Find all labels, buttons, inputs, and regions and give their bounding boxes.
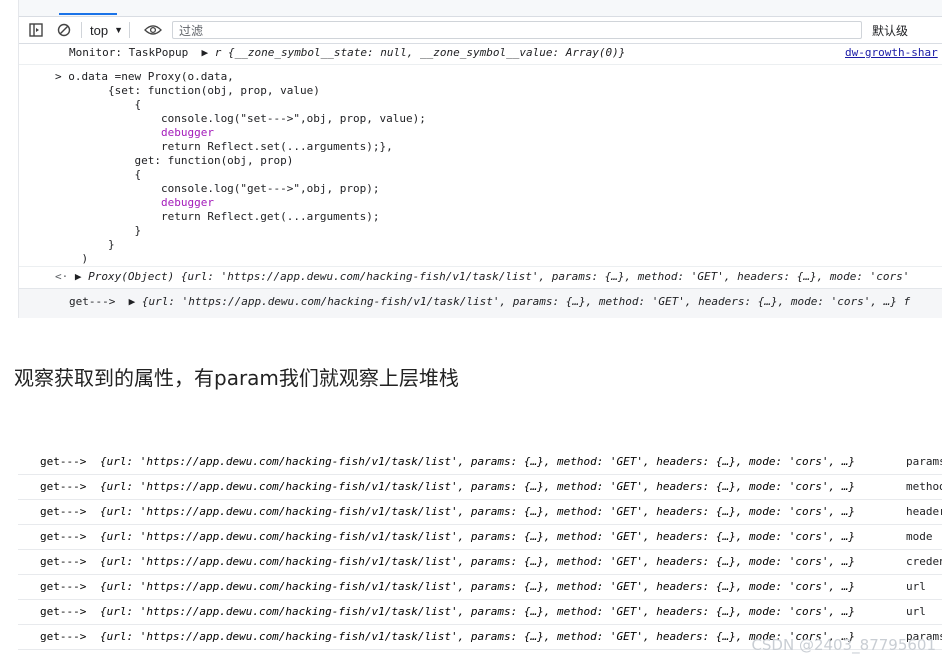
code-block: > o.data =new Proxy(o.data, {set: functi… — [55, 70, 942, 266]
list-item[interactable]: get---> {url: 'https://app.dewu.com/hacki… — [18, 600, 942, 625]
code-line: } — [55, 224, 142, 237]
code-line: console.log("set--->",obj, prop, value); — [55, 112, 426, 125]
list-item[interactable]: get---> {url: 'https://app.dewu.com/hacki… — [18, 525, 942, 550]
clear-console-icon[interactable] — [53, 19, 75, 41]
return-arrow-icon: <· — [55, 270, 69, 283]
expand-triangle-icon[interactable]: ▶ — [201, 46, 208, 59]
get-object[interactable]: {url: 'https://app.dewu.com/hacking-fish… — [100, 575, 855, 599]
code-line: ) — [55, 252, 89, 265]
context-selector[interactable]: top ▼ — [90, 23, 123, 38]
code-line: console.log("get--->",obj, prop); — [55, 182, 380, 195]
row-divider — [19, 266, 942, 267]
code-line: return Reflect.get(...arguments); — [55, 210, 380, 223]
get-label: get---> — [40, 530, 87, 543]
toolbar-divider — [129, 22, 130, 38]
toolbar-divider — [81, 22, 82, 38]
list-item[interactable]: get---> {url: 'https://app.dewu.com/hacki… — [18, 550, 942, 575]
prop-name: credentials — [906, 555, 942, 568]
devtools-console-panel: top ▼ 过滤 默认级 Monitor: TaskPopup ▶ r {__z… — [18, 0, 942, 318]
monitor-object[interactable]: r {__zone_symbol__state: null, __zone_sy… — [215, 46, 626, 59]
source-link[interactable]: dw-growth-shar — [845, 46, 942, 60]
code-line: > o.data =new Proxy(o.data, — [55, 70, 234, 83]
code-line: { — [55, 98, 142, 111]
get-object[interactable]: {url: 'https://app.dewu.com/hacking-fish… — [100, 450, 855, 474]
watermark: CSDN @2403_87795601 — [751, 636, 936, 654]
sidebar-toggle-icon[interactable] — [25, 19, 47, 41]
log-levels-dropdown[interactable]: 默认级 — [872, 22, 908, 39]
get-log-line[interactable]: get---> ▶ {url: 'https://app.dewu.com/ha… — [19, 295, 942, 309]
code-line: get: function(obj, prop) — [55, 154, 294, 167]
get-label: get---> — [40, 580, 87, 593]
get-label: get---> — [69, 295, 116, 308]
get-object[interactable]: {url: 'https://app.dewu.com/hacking-fish… — [100, 475, 855, 499]
console-toolbar: top ▼ 过滤 默认级 — [19, 17, 942, 44]
article-caption: 观察获取到的属性，有param我们就观察上层堆栈 — [14, 366, 459, 390]
get-object[interactable]: {url: 'https://app.dewu.com/hacking-fish… — [100, 500, 855, 524]
eye-icon[interactable] — [142, 19, 164, 41]
code-line: } — [55, 238, 115, 251]
list-item[interactable]: get---> {url: 'https://app.dewu.com/hacki… — [18, 575, 942, 600]
get-object[interactable]: {url: 'https://app.dewu.com/hacking-fish… — [100, 600, 855, 624]
get-label: get---> — [40, 605, 87, 618]
active-tab-indicator — [59, 13, 117, 15]
get-label: get---> — [40, 480, 87, 493]
code-line: debugger — [55, 196, 214, 209]
get-label: get---> — [40, 505, 87, 518]
prop-name: url — [906, 605, 926, 618]
code-line: debugger — [55, 126, 214, 139]
context-label: top — [90, 22, 109, 38]
monitor-line: Monitor: TaskPopup ▶ r {__zone_symbol__s… — [19, 46, 942, 60]
get-object[interactable]: {url: 'https://app.dewu.com/hacking-fish… — [100, 525, 855, 549]
expand-triangle-icon[interactable]: ▶ — [75, 270, 82, 283]
prop-name: params — [906, 455, 942, 468]
list-item[interactable]: get---> {url: 'https://app.dewu.com/hacki… — [18, 475, 942, 500]
get-label: get---> — [40, 630, 87, 643]
devtools-tab-strip — [19, 0, 942, 17]
list-item[interactable]: get---> {url: 'https://app.dewu.com/hacki… — [18, 450, 942, 475]
code-line: {set: function(obj, prop, value) — [55, 84, 320, 97]
get-label: get---> — [40, 455, 87, 468]
get-log-list: get---> {url: 'https://app.dewu.com/hacki… — [18, 450, 942, 656]
get-object[interactable]: {url: 'https://app.dewu.com/hacking-fish… — [100, 625, 855, 649]
result-object[interactable]: Proxy(Object) {url: 'https://app.dewu.co… — [88, 270, 909, 283]
prop-name: headers — [906, 505, 942, 518]
prop-name: mode — [906, 530, 933, 543]
result-line[interactable]: <· ▶ Proxy(Object) {url: 'https://app.de… — [19, 270, 942, 284]
code-line: return Reflect.set(...arguments);}, — [55, 140, 393, 153]
list-item[interactable]: get---> {url: 'https://app.dewu.com/hacki… — [18, 500, 942, 525]
expand-triangle-icon[interactable]: ▶ — [129, 295, 136, 308]
get-label: get---> — [40, 555, 87, 568]
dropdown-arrow-icon: ▼ — [114, 25, 123, 35]
source-link-text[interactable]: dw-growth-shar — [845, 46, 938, 59]
code-line: { — [55, 168, 142, 181]
get-object[interactable]: {url: 'https://app.dewu.com/hacking-fish… — [142, 295, 910, 308]
get-object[interactable]: {url: 'https://app.dewu.com/hacking-fish… — [100, 550, 855, 574]
monitor-label: Monitor: TaskPopup — [69, 46, 189, 59]
prop-name: url — [906, 580, 926, 593]
prop-name: method — [906, 480, 942, 493]
row-divider — [19, 64, 942, 65]
filter-input[interactable]: 过滤 — [172, 21, 862, 39]
